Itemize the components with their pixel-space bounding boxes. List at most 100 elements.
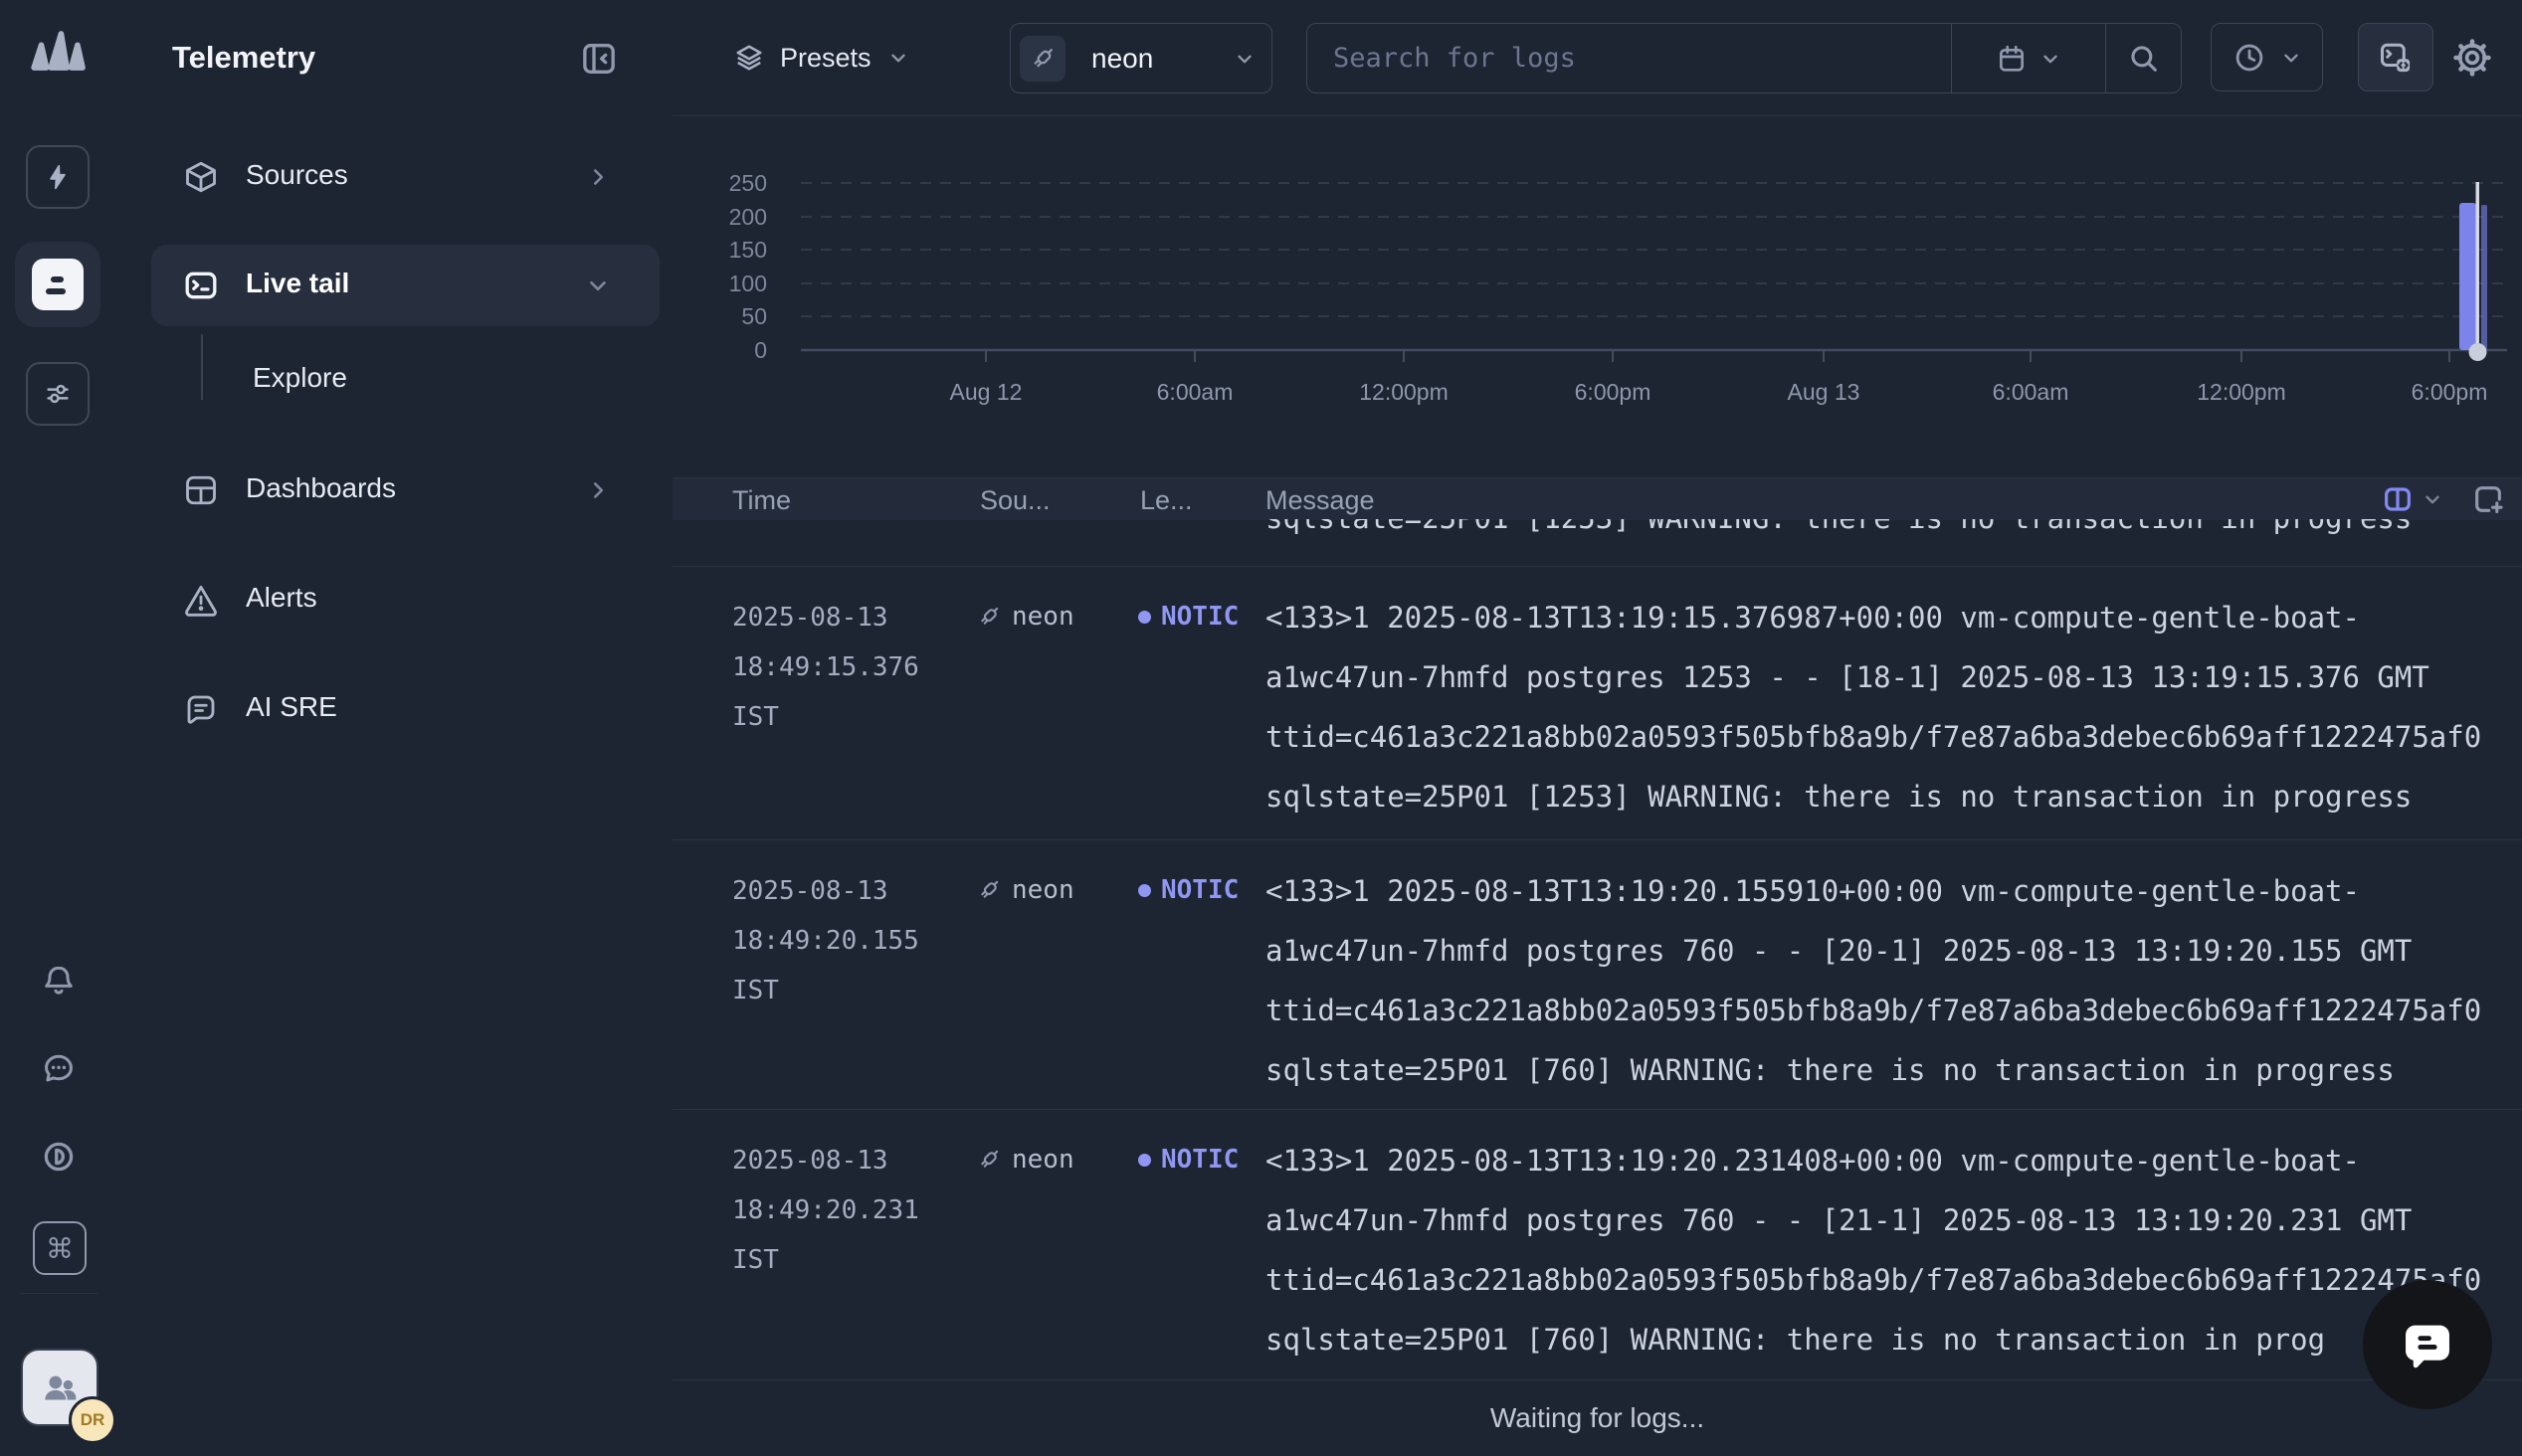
plug-icon — [976, 877, 1002, 903]
clock-icon — [2232, 41, 2266, 75]
svg-text:150: 150 — [729, 237, 767, 263]
svg-text:6:00am: 6:00am — [1157, 379, 1234, 405]
layers-icon — [734, 43, 764, 73]
svg-text:50: 50 — [741, 303, 767, 329]
panel-collapse-icon — [579, 39, 619, 79]
chevron-right-icon — [585, 164, 611, 190]
sidebar-item-live-tail[interactable]: Live tail — [151, 245, 660, 326]
column-header-time[interactable]: Time — [732, 485, 791, 516]
log-message: <133>1 2025-08-13T13:19:15.376987+00:00 … — [1265, 588, 2522, 826]
column-header-message[interactable]: Message — [1265, 485, 1375, 516]
sidebar-item-dashboards[interactable]: Dashboards — [117, 458, 673, 522]
time-range-button[interactable] — [2211, 23, 2323, 91]
sidebar-item-explore[interactable]: Explore — [117, 348, 673, 412]
sidebar-item-label: Live tail — [246, 268, 349, 299]
source-select-dropdown[interactable]: neon — [1010, 23, 1272, 93]
keyboard-shortcuts-button[interactable]: ⌘ — [33, 1221, 87, 1275]
log-level: NOTIC — [1138, 602, 1239, 632]
theme-contrast-button[interactable] — [39, 1137, 79, 1177]
topbar: Presets neon — [673, 0, 2522, 116]
svg-text:6:00pm: 6:00pm — [2412, 379, 2488, 405]
log-row[interactable]: 2025-08-1318:49:20.231IST neon NOTIC <13… — [673, 1109, 2522, 1380]
search-icon — [2127, 42, 2161, 76]
sidebar: Telemetry Sources Live tail — [117, 0, 674, 1456]
sidebar-item-label: Sources — [246, 159, 348, 191]
chevron-down-icon[interactable] — [2422, 488, 2443, 510]
settings-button[interactable] — [2451, 37, 2493, 79]
presets-dropdown[interactable]: Presets — [734, 26, 909, 90]
search-submit-button[interactable] — [2106, 24, 2181, 92]
sliders-icon — [43, 379, 73, 409]
svg-text:Aug 12: Aug 12 — [950, 379, 1023, 405]
rail-divider — [20, 1293, 97, 1294]
log-row[interactable]: 2025-08-1318:49:20.155IST neon NOTIC <13… — [673, 839, 2522, 1110]
search-input[interactable] — [1307, 24, 1951, 92]
column-header-level[interactable]: Le... — [1140, 485, 1193, 516]
log-volume-bar-secondary[interactable] — [2481, 205, 2487, 350]
waiting-status-text: Waiting for logs... — [1490, 1402, 1704, 1434]
log-row-partial[interactable]: sqlstate=25P01 [1253] WARNING: there is … — [673, 519, 2522, 567]
log-timestamp: 2025-08-1318:49:20.155IST — [732, 866, 919, 1015]
logs-icon — [32, 259, 84, 310]
command-icon: ⌘ — [46, 1232, 74, 1265]
column-header-source[interactable]: Sou... — [980, 485, 1051, 516]
rail-settings-button[interactable] — [26, 362, 90, 426]
log-source-name: neon — [1012, 1145, 1074, 1175]
sidebar-item-sources[interactable]: Sources — [117, 145, 673, 209]
chevron-down-icon — [1234, 48, 1256, 70]
add-column-button[interactable] — [2471, 482, 2505, 516]
log-row[interactable]: 2025-08-1318:49:15.376IST neon NOTIC <13… — [673, 566, 2522, 840]
rail-quickstart-button[interactable] — [26, 145, 90, 209]
svg-text:0: 0 — [754, 337, 767, 363]
log-level: NOTIC — [1138, 1145, 1239, 1175]
people-icon — [40, 1367, 80, 1407]
rail-logs-button[interactable] — [15, 242, 100, 327]
icon-rail: ⌘ DR — [0, 0, 118, 1456]
main-panel: Presets neon — [673, 0, 2522, 1456]
chart-canvas: 250 200 150 100 50 0 Aug 12 6:00am 12:00… — [673, 115, 2522, 438]
feedback-chat-button[interactable] — [39, 1048, 79, 1088]
log-source: neon — [976, 602, 1074, 632]
log-timestamp: 2025-08-1318:49:15.376IST — [732, 593, 919, 742]
search-bar-group — [1306, 23, 2182, 93]
terminal-export-icon — [2378, 40, 2414, 76]
support-chat-fab[interactable] — [2363, 1280, 2492, 1409]
presets-label: Presets — [780, 43, 872, 74]
chevron-down-icon — [2280, 47, 2302, 69]
level-dot-icon — [1138, 611, 1151, 624]
sidebar-item-label: Dashboards — [246, 472, 396, 504]
column-layout-button[interactable] — [2382, 483, 2414, 515]
log-level: NOTIC — [1138, 875, 1239, 905]
svg-text:6:00am: 6:00am — [1993, 379, 2069, 405]
svg-text:12:00pm: 12:00pm — [2197, 379, 2286, 405]
contrast-icon — [41, 1139, 77, 1175]
time-cursor-line[interactable] — [2476, 182, 2480, 352]
notifications-bell-button[interactable] — [39, 961, 79, 1001]
calendar-icon — [1996, 43, 2028, 75]
date-filter-button[interactable] — [1952, 24, 2105, 92]
level-dot-icon — [1138, 1154, 1151, 1167]
log-table-header: Time Sou... Le... Message — [673, 477, 2522, 520]
log-source-name: neon — [1012, 602, 1074, 632]
time-cursor-handle[interactable] — [2469, 343, 2487, 361]
gridlines — [801, 183, 2507, 316]
sidebar-item-alerts[interactable]: Alerts — [117, 568, 673, 632]
collapse-sidebar-button[interactable] — [579, 39, 619, 79]
y-axis-labels: 250 200 150 100 50 0 — [729, 170, 767, 363]
alert-triangle-icon — [183, 582, 219, 618]
message-square-icon — [183, 691, 219, 727]
sidebar-item-ai-sre[interactable]: AI SRE — [117, 677, 673, 741]
log-level-label: NOTIC — [1161, 1145, 1239, 1175]
lightning-icon — [43, 162, 73, 192]
log-volume-bar[interactable] — [2459, 203, 2476, 350]
chevron-down-icon — [2039, 48, 2061, 70]
sidebar-item-label: Alerts — [246, 582, 317, 614]
live-tail-status-bar: Waiting for logs... — [673, 1379, 2522, 1456]
sidebar-item-label: Explore — [253, 362, 347, 394]
brand-logo[interactable] — [26, 26, 90, 88]
svg-text:250: 250 — [729, 170, 767, 196]
query-console-button[interactable] — [2358, 23, 2433, 91]
svg-text:100: 100 — [729, 271, 767, 296]
page-title: Telemetry — [172, 40, 315, 76]
user-initials-badge[interactable]: DR — [69, 1396, 116, 1444]
